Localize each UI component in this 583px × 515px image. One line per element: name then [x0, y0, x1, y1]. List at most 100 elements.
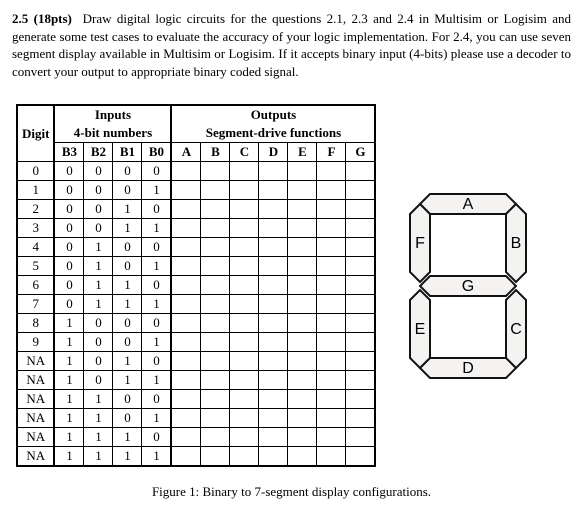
table-row: NA1100	[17, 390, 375, 409]
cell-b3: 1	[54, 409, 84, 428]
cell-f	[317, 428, 346, 447]
cell-b3: 1	[54, 390, 84, 409]
cell-b3: 1	[54, 352, 84, 371]
question-points: (18pts)	[34, 11, 72, 26]
cell-c	[230, 257, 259, 276]
cell-b2: 0	[84, 352, 113, 371]
table-row: 81000	[17, 314, 375, 333]
cell-d	[259, 428, 288, 447]
cell-c	[230, 390, 259, 409]
cell-b1: 1	[113, 428, 142, 447]
cell-g	[346, 257, 376, 276]
cell-digit: NA	[17, 409, 54, 428]
cell-b3: 1	[54, 314, 84, 333]
table-row: 00000	[17, 162, 375, 181]
cell-b	[201, 447, 230, 467]
cell-b2: 1	[84, 447, 113, 467]
cell-a	[171, 333, 201, 352]
cell-d	[259, 371, 288, 390]
cell-b0: 1	[142, 371, 172, 390]
h-b2: B2	[84, 143, 113, 162]
cell-g	[346, 162, 376, 181]
cell-g	[346, 238, 376, 257]
cell-b	[201, 428, 230, 447]
cell-f	[317, 409, 346, 428]
cell-e	[288, 276, 317, 295]
cell-e	[288, 333, 317, 352]
cell-b1: 1	[113, 371, 142, 390]
cell-b0: 0	[142, 428, 172, 447]
cell-b2: 1	[84, 295, 113, 314]
cell-d	[259, 390, 288, 409]
cell-g	[346, 428, 376, 447]
cell-b	[201, 200, 230, 219]
cell-b2: 1	[84, 257, 113, 276]
cell-b3: 1	[54, 371, 84, 390]
cell-digit: 9	[17, 333, 54, 352]
segment-b-label: B	[511, 235, 522, 252]
cell-b0: 0	[142, 390, 172, 409]
table-row: 60110	[17, 276, 375, 295]
segment-c-label: C	[511, 321, 523, 338]
table-row: NA1110	[17, 428, 375, 447]
cell-e	[288, 238, 317, 257]
cell-d	[259, 352, 288, 371]
cell-b0: 0	[142, 352, 172, 371]
cell-c	[230, 219, 259, 238]
cell-a	[171, 219, 201, 238]
cell-b	[201, 238, 230, 257]
cell-g	[346, 409, 376, 428]
cell-e	[288, 200, 317, 219]
cell-b3: 0	[54, 238, 84, 257]
cell-b	[201, 352, 230, 371]
cell-digit: NA	[17, 371, 54, 390]
cell-d	[259, 219, 288, 238]
cell-digit: 4	[17, 238, 54, 257]
figure-caption: Figure 1: Binary to 7-segment display co…	[12, 483, 571, 501]
table-row: 10001	[17, 181, 375, 200]
cell-b0: 1	[142, 295, 172, 314]
seven-segment-diagram: A F B G E C D	[398, 186, 538, 386]
cell-b2: 1	[84, 409, 113, 428]
question-number: 2.5	[12, 11, 28, 26]
cell-e	[288, 428, 317, 447]
cell-b0: 0	[142, 238, 172, 257]
cell-g	[346, 181, 376, 200]
cell-b3: 1	[54, 428, 84, 447]
cell-b	[201, 162, 230, 181]
cell-digit: 3	[17, 219, 54, 238]
cell-b	[201, 390, 230, 409]
h-b1: B1	[113, 143, 142, 162]
cell-e	[288, 314, 317, 333]
cell-b3: 1	[54, 333, 84, 352]
cell-f	[317, 219, 346, 238]
cell-f	[317, 333, 346, 352]
cell-a	[171, 162, 201, 181]
cell-a	[171, 352, 201, 371]
cell-a	[171, 428, 201, 447]
cell-a	[171, 181, 201, 200]
cell-b3: 0	[54, 162, 84, 181]
cell-a	[171, 409, 201, 428]
cell-c	[230, 295, 259, 314]
cell-a	[171, 314, 201, 333]
cell-b2: 0	[84, 371, 113, 390]
cell-d	[259, 238, 288, 257]
cell-a	[171, 257, 201, 276]
table-row: NA1101	[17, 409, 375, 428]
cell-f	[317, 314, 346, 333]
cell-a	[171, 276, 201, 295]
cell-c	[230, 181, 259, 200]
cell-b0: 0	[142, 276, 172, 295]
cell-g	[346, 219, 376, 238]
cell-digit: 0	[17, 162, 54, 181]
truth-table: Digit Inputs Outputs 4-bit numbers Segme…	[16, 104, 376, 467]
segment-f-label: F	[416, 235, 426, 252]
cell-b1: 0	[113, 257, 142, 276]
cell-digit: NA	[17, 428, 54, 447]
cell-d	[259, 333, 288, 352]
cell-digit: 5	[17, 257, 54, 276]
cell-c	[230, 447, 259, 467]
cell-f	[317, 447, 346, 467]
cell-digit: 7	[17, 295, 54, 314]
